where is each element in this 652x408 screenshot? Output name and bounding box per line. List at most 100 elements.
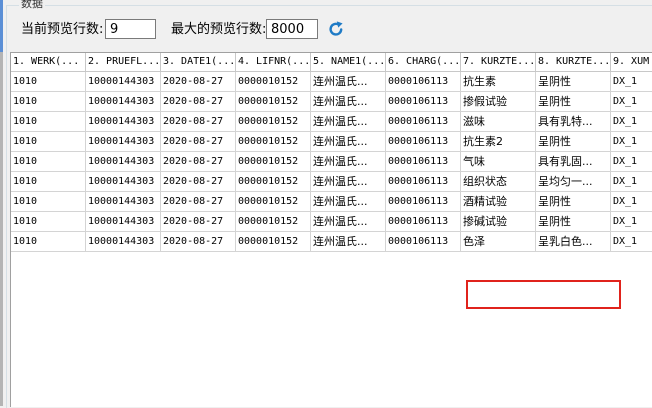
table-cell[interactable]: 掺碱试验 [461, 212, 536, 232]
table-cell[interactable]: DX_1 [611, 72, 652, 92]
table-cell[interactable]: 10000144303 [86, 72, 161, 92]
table-cell[interactable]: 抗生素2 [461, 132, 536, 152]
table-cell[interactable]: 连州温氏... [311, 92, 386, 112]
table-cell[interactable]: 0000010152 [236, 132, 311, 152]
table-cell[interactable]: 0000010152 [236, 192, 311, 212]
table-cell[interactable]: 连州温氏... [311, 212, 386, 232]
table-cell[interactable]: 2020-08-27 [161, 132, 236, 152]
table-cell[interactable]: 1010 [11, 172, 86, 192]
table-cell[interactable]: 10000144303 [86, 152, 161, 172]
column-header-8[interactable]: 8. KURZTE... [536, 53, 611, 71]
table-row[interactable]: 1010 10000144303 2020-08-27 0000010152 连州温氏.… [11, 112, 652, 132]
table-cell[interactable]: 1010 [11, 192, 86, 212]
table-cell[interactable]: 呈均匀一... [536, 172, 611, 192]
table-cell[interactable]: 连州温氏... [311, 132, 386, 152]
table-row[interactable]: 1010 10000144303 2020-08-27 0000010152 连州温氏.… [11, 92, 652, 112]
table-cell[interactable]: 10000144303 [86, 172, 161, 192]
table-cell[interactable]: 0000010152 [236, 232, 311, 252]
table-cell[interactable]: 色泽 [461, 232, 536, 252]
table-cell[interactable]: 2020-08-27 [161, 152, 236, 172]
data-grid[interactable]: 1. WERK(... 2. PRUEFL... 3. DATE1(... 4. LI… [10, 52, 652, 407]
table-cell[interactable]: 2020-08-27 [161, 192, 236, 212]
table-cell[interactable]: 2020-08-27 [161, 212, 236, 232]
table-cell[interactable]: 0000010152 [236, 212, 311, 232]
table-cell[interactable]: 10000144303 [86, 232, 161, 252]
table-cell[interactable]: 10000144303 [86, 92, 161, 112]
table-cell[interactable]: 连州温氏... [311, 112, 386, 132]
table-cell[interactable]: 1010 [11, 92, 86, 112]
table-cell[interactable]: 抗生素 [461, 72, 536, 92]
table-row[interactable]: 1010 10000144303 2020-08-27 0000010152 连州温氏.… [11, 192, 652, 212]
refresh-icon[interactable] [327, 20, 345, 38]
column-header-2[interactable]: 2. PRUEFL... [86, 53, 161, 71]
table-cell[interactable]: 1010 [11, 72, 86, 92]
table-row[interactable]: 1010 10000144303 2020-08-27 0000010152 连州温氏.… [11, 232, 652, 252]
table-cell[interactable]: 0000106113 [386, 212, 461, 232]
table-cell[interactable]: DX_1 [611, 172, 652, 192]
column-header-6[interactable]: 6. CHARG(... [386, 53, 461, 71]
preview-rows-input[interactable]: 9 [105, 19, 156, 39]
table-cell[interactable]: 呈乳白色... [536, 232, 611, 252]
table-cell[interactable]: 连州温氏... [311, 172, 386, 192]
table-cell[interactable]: 0000106113 [386, 112, 461, 132]
table-cell[interactable]: 1010 [11, 112, 86, 132]
table-cell[interactable]: 连州温氏... [311, 192, 386, 212]
table-cell[interactable]: 1010 [11, 152, 86, 172]
max-preview-rows-input[interactable]: 8000 [266, 19, 318, 39]
table-cell[interactable]: 1010 [11, 232, 86, 252]
table-cell[interactable]: 气味 [461, 152, 536, 172]
table-cell[interactable]: 0000106113 [386, 132, 461, 152]
table-cell[interactable]: 2020-08-27 [161, 232, 236, 252]
table-cell[interactable]: 0000106113 [386, 232, 461, 252]
table-cell[interactable]: 呈阴性 [536, 192, 611, 212]
column-header-7[interactable]: 7. KURZTE... [461, 53, 536, 71]
table-cell[interactable]: 连州温氏... [311, 232, 386, 252]
table-cell[interactable]: DX_1 [611, 212, 652, 232]
table-cell[interactable]: 0000106113 [386, 172, 461, 192]
table-cell[interactable]: 呈阴性 [536, 212, 611, 232]
table-cell[interactable]: 0000010152 [236, 152, 311, 172]
table-cell[interactable]: DX_1 [611, 92, 652, 112]
table-cell[interactable]: 组织状态 [461, 172, 536, 192]
column-header-1[interactable]: 1. WERK(... [11, 53, 86, 71]
column-header-5[interactable]: 5. NAME1(... [311, 53, 386, 71]
table-cell[interactable]: 2020-08-27 [161, 112, 236, 132]
column-header-4[interactable]: 4. LIFNR(... [236, 53, 311, 71]
column-header-9[interactable]: 9. XUM [611, 53, 652, 71]
table-cell[interactable]: 0000010152 [236, 172, 311, 192]
table-cell[interactable]: 10000144303 [86, 132, 161, 152]
table-cell[interactable]: 2020-08-27 [161, 172, 236, 192]
table-cell[interactable]: 呈阴性 [536, 132, 611, 152]
table-cell[interactable]: 连州温氏... [311, 72, 386, 92]
table-cell[interactable]: 具有乳固... [536, 152, 611, 172]
table-cell[interactable]: 0000106113 [386, 92, 461, 112]
table-cell[interactable]: DX_1 [611, 192, 652, 212]
table-cell[interactable]: 滋味 [461, 112, 536, 132]
table-cell[interactable]: 10000144303 [86, 192, 161, 212]
table-row[interactable]: 1010 10000144303 2020-08-27 0000010152 连州温氏.… [11, 172, 652, 192]
table-cell[interactable]: 呈阴性 [536, 72, 611, 92]
table-cell[interactable]: 2020-08-27 [161, 92, 236, 112]
table-cell[interactable]: 1010 [11, 132, 86, 152]
table-cell[interactable]: 0000106113 [386, 192, 461, 212]
table-cell[interactable]: 0000010152 [236, 72, 311, 92]
table-cell[interactable]: DX_1 [611, 132, 652, 152]
table-cell[interactable]: 10000144303 [86, 112, 161, 132]
table-cell[interactable]: 10000144303 [86, 212, 161, 232]
table-cell[interactable]: 具有乳特... [536, 112, 611, 132]
column-header-3[interactable]: 3. DATE1(... [161, 53, 236, 71]
table-row[interactable]: 1010 10000144303 2020-08-27 0000010152 连州温氏.… [11, 132, 652, 152]
table-cell[interactable]: DX_1 [611, 232, 652, 252]
table-cell[interactable]: 酒精试验 [461, 192, 536, 212]
table-cell[interactable]: 掺假试验 [461, 92, 536, 112]
table-row[interactable]: 1010 10000144303 2020-08-27 0000010152 连州温氏.… [11, 212, 652, 232]
table-cell[interactable]: 连州温氏... [311, 152, 386, 172]
table-cell[interactable]: 0000010152 [236, 92, 311, 112]
table-row[interactable]: 1010 10000144303 2020-08-27 0000010152 连州温氏.… [11, 152, 652, 172]
table-cell[interactable]: 0000010152 [236, 112, 311, 132]
table-cell[interactable]: 0000106113 [386, 72, 461, 92]
table-cell[interactable]: 1010 [11, 212, 86, 232]
table-cell[interactable]: 0000106113 [386, 152, 461, 172]
table-cell[interactable]: 呈阴性 [536, 92, 611, 112]
table-row[interactable]: 1010 10000144303 2020-08-27 0000010152 连州温氏.… [11, 72, 652, 92]
